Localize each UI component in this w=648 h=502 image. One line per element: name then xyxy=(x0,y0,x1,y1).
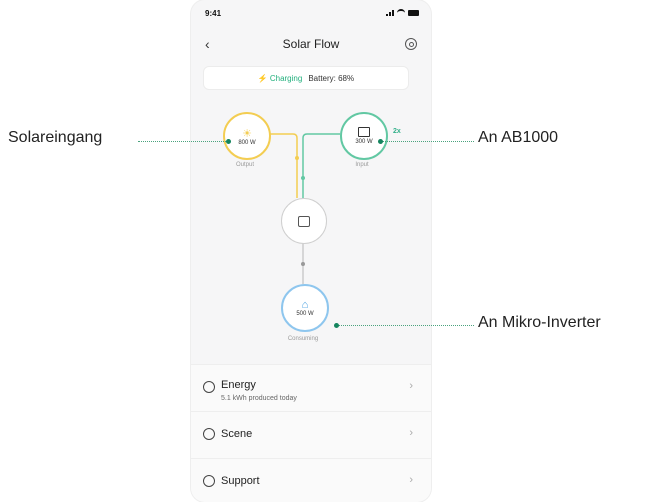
chevron-right-icon: › xyxy=(409,427,413,439)
menu-item-scene[interactable]: Scene › xyxy=(191,411,431,458)
ab1000-label: Input xyxy=(355,162,369,168)
home-node[interactable]: ⌂ 500 W xyxy=(281,284,329,332)
menu-item-label: Scene xyxy=(221,428,253,440)
signal-icon xyxy=(386,9,394,16)
energy-flow-diagram: ☀ 800 W Output 300 W Input 2x ⌂ 500 W Co… xyxy=(203,98,419,360)
solar-panel-icon: ☀ xyxy=(242,127,252,140)
status-icons xyxy=(386,9,419,16)
status-time: 9:41 xyxy=(205,9,222,18)
settings-button[interactable] xyxy=(405,38,417,50)
solar-flow-dot xyxy=(295,156,299,160)
chevron-right-icon: › xyxy=(409,474,413,486)
home-label: Consuming xyxy=(287,336,319,342)
menu-item-support[interactable]: Support › xyxy=(191,458,431,502)
status-bar: 9:41 xyxy=(191,0,431,28)
annotation-ab1000: An AB1000 xyxy=(478,129,559,146)
menu-item-label: Support xyxy=(221,475,260,487)
menu-item-energy[interactable]: Energy 5.1 kWh produced today › xyxy=(191,364,431,411)
powerstation-node[interactable] xyxy=(281,198,327,244)
nav-header: ‹ Solar Flow xyxy=(191,32,431,58)
annotation-dot-solar xyxy=(226,139,231,144)
menu-item-sub: 5.1 kWh produced today xyxy=(221,395,297,402)
home-icon: ⌂ xyxy=(301,299,309,311)
annotation-line-inverter xyxy=(338,325,474,326)
battery-box-icon xyxy=(358,127,370,137)
solar-node[interactable]: ☀ 800 W xyxy=(223,112,271,160)
battery-level: Battery: 68% xyxy=(308,73,355,83)
annotation-solar-input: Solareingang xyxy=(8,129,103,146)
chevron-right-icon: › xyxy=(409,380,413,392)
annotation-dot-inverter xyxy=(334,323,339,328)
scene-icon xyxy=(203,428,215,440)
battery-multiplier: 2x xyxy=(393,128,401,135)
ab1000-node[interactable]: 300 W xyxy=(340,112,388,160)
phone-screen: 9:41 ‹ Solar Flow ⚡ Charging Battery: 68… xyxy=(191,0,431,502)
solar-label: Output xyxy=(235,162,254,168)
battery-flow-dot xyxy=(301,176,305,180)
menu-item-label: Energy xyxy=(221,379,256,391)
settings-menu: Energy 5.1 kWh produced today › Scene › … xyxy=(191,364,431,502)
home-flow-dot xyxy=(301,262,305,266)
charging-status: ⚡ Charging xyxy=(258,74,302,83)
charging-status-bar: ⚡ Charging Battery: 68% xyxy=(203,66,409,90)
support-icon xyxy=(203,475,215,487)
inverter-icon xyxy=(298,215,310,227)
lightning-icon: ⚡ xyxy=(257,73,268,83)
solar-value: 800 W xyxy=(238,139,256,146)
page-title: Solar Flow xyxy=(282,37,340,51)
annotation-line-solar xyxy=(138,141,226,142)
ab1000-value: 300 W xyxy=(355,139,373,145)
annotation-line-ab1000 xyxy=(382,141,474,142)
charging-label: Charging xyxy=(269,73,303,83)
annotation-dot-ab1000 xyxy=(378,139,383,144)
annotation-micro-inverter: An Mikro-Inverter xyxy=(478,314,601,331)
home-value: 500 W xyxy=(296,311,314,317)
energy-icon xyxy=(203,381,215,393)
battery-icon xyxy=(408,9,419,16)
wifi-icon xyxy=(397,9,405,16)
